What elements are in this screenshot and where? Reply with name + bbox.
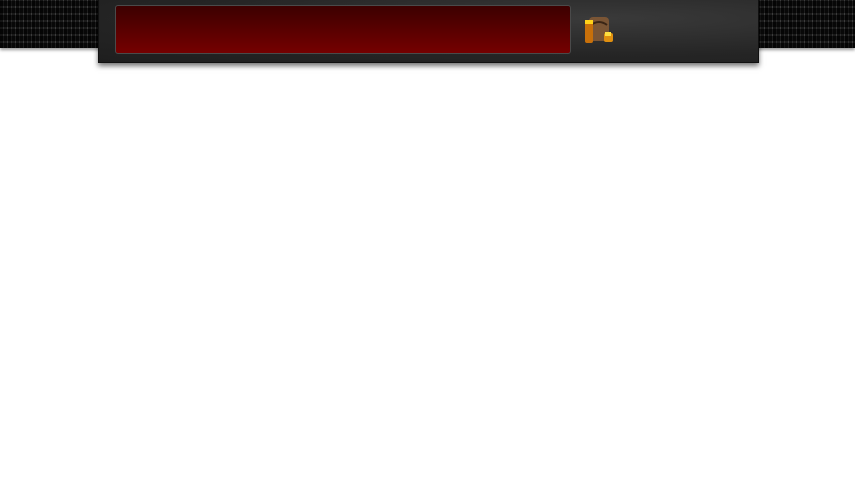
decorative-band-left	[0, 0, 100, 48]
bag-icon[interactable]	[583, 15, 617, 47]
top-panel	[98, 0, 759, 63]
message-bar	[115, 5, 571, 54]
decorative-band-right	[757, 0, 855, 48]
